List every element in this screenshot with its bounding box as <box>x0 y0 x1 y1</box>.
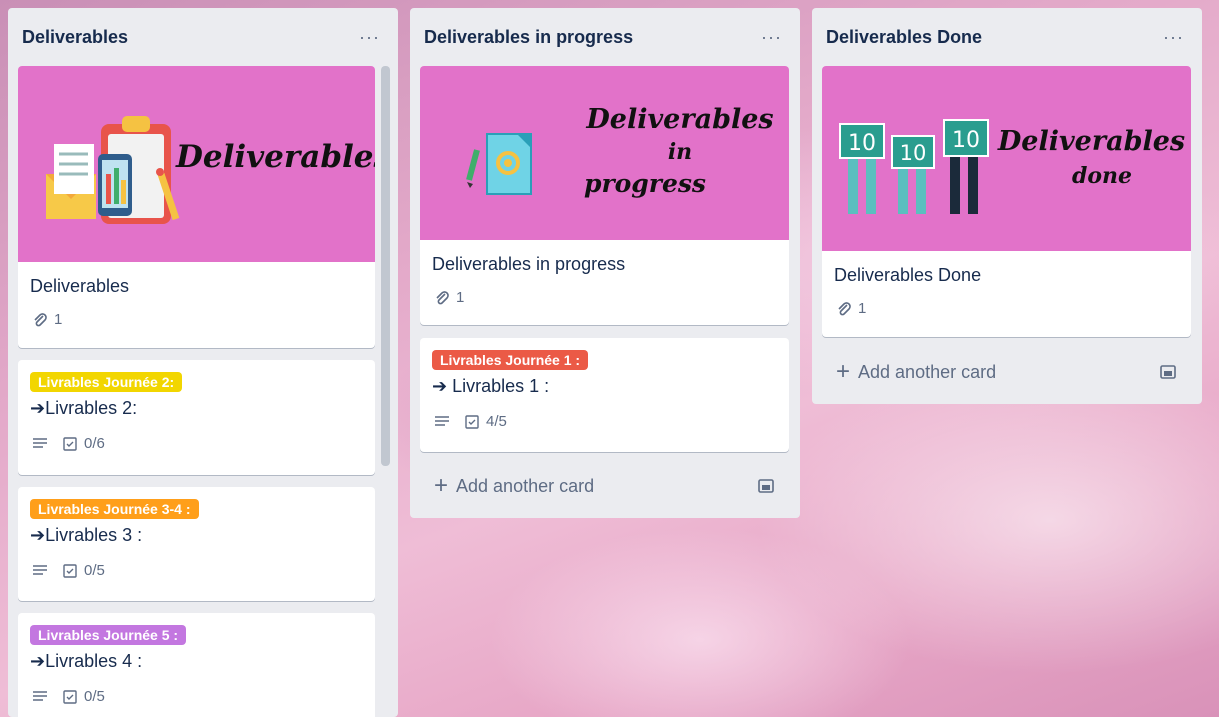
cover-title-line2: in <box>667 139 693 165</box>
document-gear-illustration <box>466 133 532 195</box>
card-badges: 1 <box>420 289 789 306</box>
description-icon <box>33 690 47 701</box>
checklist-icon <box>63 436 77 451</box>
list-title[interactable]: Deliverables Done <box>826 27 982 48</box>
card-template-icon[interactable] <box>1159 363 1177 381</box>
attachments-count: 1 <box>54 311 63 328</box>
card-label: Livrables Journée 5 : <box>30 625 187 645</box>
plus-icon: + <box>836 358 851 385</box>
list-deliverables-in-progress: Deliverables in progress ··· Deliverable… <box>410 8 800 518</box>
clipboard-envelope-illustration <box>46 116 180 224</box>
card-title: ➔Livrables 4 : <box>30 651 143 671</box>
card-badges: 1 <box>822 300 1191 317</box>
card-label: Livrables Journée 2: <box>30 372 183 392</box>
card-badges: 0/6 <box>18 435 375 452</box>
checklist-badge: 0/5 <box>62 562 105 579</box>
plus-icon: + <box>434 472 449 499</box>
add-card-label: Add another card <box>456 475 595 496</box>
card-label: Livrables Journée 3-4 : <box>30 499 199 519</box>
cover-title-line1: Deliverables <box>586 104 774 135</box>
board: Deliverables ··· Deliverables Deliverabl… <box>0 0 1219 717</box>
card-title: ➔Livrables 3 : <box>30 525 143 545</box>
card-title: ➔Livrables 2: <box>30 398 138 418</box>
checklist-icon <box>63 689 77 704</box>
attachments-badge: 1 <box>434 289 464 306</box>
checklist-badge: 0/5 <box>62 688 105 705</box>
card-title: Deliverables in progress <box>432 254 626 274</box>
checklist-progress: 0/6 <box>84 435 105 452</box>
card-badges: 0/5 <box>18 562 375 579</box>
paperclip-icon <box>34 312 47 326</box>
card-livrables-1[interactable]: Livrables Journée 1 : ➔ Livrables 1 : 4/… <box>420 338 789 452</box>
cover-title-line1: Deliverables <box>997 126 1186 157</box>
attachments-badge: 1 <box>836 300 866 317</box>
list-header[interactable]: Deliverables ··· <box>8 8 398 66</box>
card-template-icon[interactable] <box>757 477 775 495</box>
card-title: Deliverables Done <box>834 265 982 285</box>
checklist-icon <box>63 563 77 578</box>
list-header[interactable]: Deliverables in progress ··· <box>410 8 800 66</box>
card-livrables-4[interactable]: Livrables Journée 5 : ➔Livrables 4 : 0/5 <box>18 613 375 717</box>
sign-number: 10 <box>900 141 927 165</box>
list-header[interactable]: Deliverables Done ··· <box>812 8 1202 66</box>
checklist-progress: 0/5 <box>84 688 105 705</box>
sign-number: 10 <box>952 128 980 153</box>
add-card-button[interactable]: + Add another card <box>822 352 1191 392</box>
list-scrollbar[interactable] <box>381 66 390 466</box>
card-cover: Deliverables in progress <box>420 66 789 240</box>
more-icon[interactable]: ··· <box>757 27 786 48</box>
card-title: ➔ Livrables 1 : <box>432 376 550 396</box>
checklist-badge: 0/6 <box>62 435 105 452</box>
paperclip-icon <box>436 290 449 304</box>
checklist-progress: 0/5 <box>84 562 105 579</box>
card-livrables-2[interactable]: Livrables Journée 2: ➔Livrables 2: 0/6 <box>18 360 375 475</box>
score-signs-illustration: 10 10 10 <box>839 119 989 214</box>
card-title: Deliverables <box>30 276 130 296</box>
add-card-button[interactable]: + Add another card <box>420 466 789 506</box>
card-cover: 10 10 10 Deliverables done <box>822 66 1191 251</box>
attachments-badge: 1 <box>32 311 62 328</box>
checklist-badge: 4/5 <box>464 413 507 430</box>
card-label: Livrables Journée 1 : <box>432 350 589 370</box>
attachments-count: 1 <box>858 300 867 317</box>
attachments-count: 1 <box>456 289 465 306</box>
description-icon <box>33 564 47 575</box>
list-deliverables: Deliverables ··· Deliverables Deliverabl… <box>8 8 398 717</box>
card-livrables-3[interactable]: Livrables Journée 3-4 : ➔Livrables 3 : 0… <box>18 487 375 601</box>
list-title[interactable]: Deliverables in progress <box>424 27 633 48</box>
cover-title-line3: progress <box>583 169 707 198</box>
card-badges: 0/5 <box>18 688 375 705</box>
list-title[interactable]: Deliverables <box>22 27 128 48</box>
card-deliverables[interactable]: Deliverables Deliverables 1 <box>18 66 375 348</box>
checklist-icon <box>465 414 479 429</box>
add-card-label: Add another card <box>858 361 997 382</box>
cover-title: Deliverables <box>176 139 375 175</box>
list-deliverables-done: Deliverables Done ··· 10 10 10 Deliverab… <box>812 8 1202 404</box>
card-deliverables-in-progress[interactable]: Deliverables in progress Deliverables in… <box>420 66 789 325</box>
card-badges: 4/5 <box>420 413 789 430</box>
cover-title-line2: done <box>1071 163 1133 189</box>
sign-number: 10 <box>848 131 876 156</box>
card-deliverables-done[interactable]: 10 10 10 Deliverables done Deliverables … <box>822 66 1191 337</box>
card-cover: Deliverables <box>18 66 375 262</box>
description-icon <box>435 415 449 426</box>
description-icon <box>33 437 47 448</box>
checklist-progress: 4/5 <box>486 413 507 430</box>
card-badges: 1 <box>18 311 375 328</box>
paperclip-icon <box>838 301 851 315</box>
more-icon[interactable]: ··· <box>1159 27 1188 48</box>
more-icon[interactable]: ··· <box>355 27 384 48</box>
